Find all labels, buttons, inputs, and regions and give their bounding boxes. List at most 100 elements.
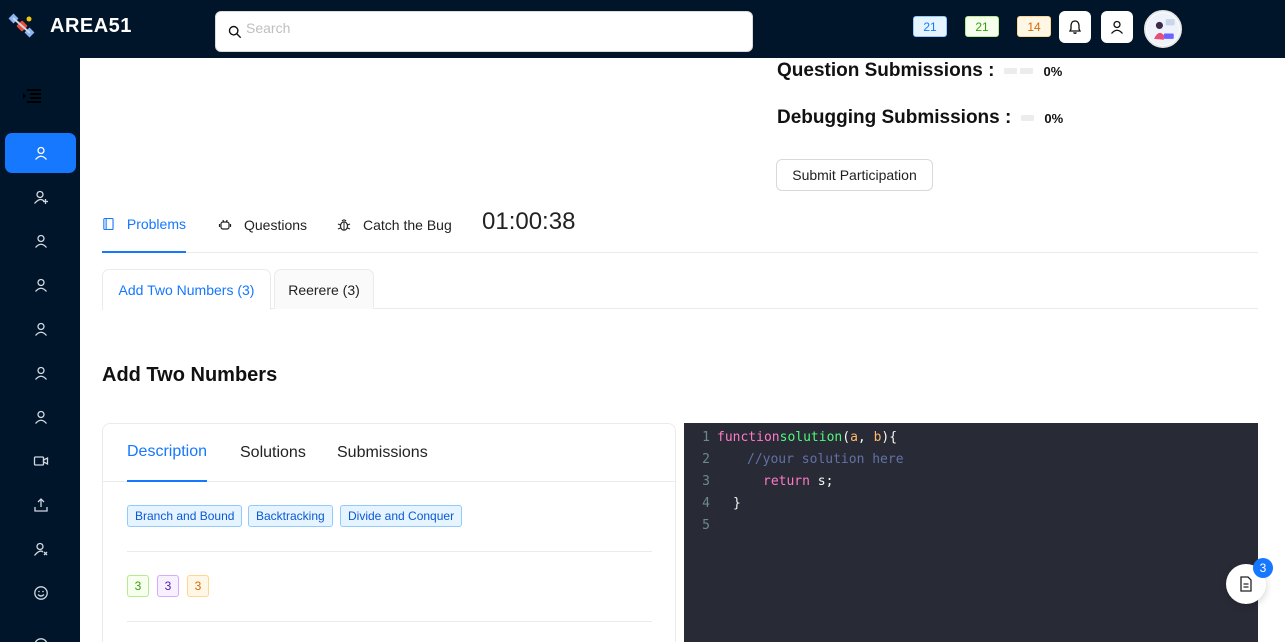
topic-tag: Divide and Conquer <box>340 505 463 527</box>
clock-icon <box>34 638 47 642</box>
sidebar-item-user-4[interactable] <box>5 309 76 349</box>
user-icon <box>1111 20 1123 34</box>
divider <box>127 551 652 552</box>
sidebar-item-user-3[interactable] <box>5 265 76 305</box>
punctuation: } <box>733 495 741 511</box>
search-input[interactable] <box>246 19 726 36</box>
problem-tab-add-two-numbers[interactable]: Add Two Numbers (3) <box>102 269 271 310</box>
punctuation: ( <box>842 429 851 445</box>
problem-card-tabs: Add Two Numbers (3) Reerere (3) <box>102 269 1258 310</box>
top-bar: AREA51 21 21 14 <box>0 0 1285 58</box>
keyword: return <box>763 473 810 489</box>
level-badge-green: 3 <box>127 575 149 597</box>
sidebar-item-profile[interactable] <box>5 133 76 173</box>
problem-title: Add Two Numbers <box>102 364 278 386</box>
question-submissions-label: Question Submissions : <box>777 60 995 81</box>
submit-participation-button[interactable]: Submit Participation <box>776 159 933 191</box>
sidebar-item-add-user[interactable] <box>5 177 76 217</box>
description-panel: Description Solutions Submissions Branch… <box>102 423 676 642</box>
count-badge-orange[interactable]: 14 <box>1017 16 1051 37</box>
level-badge-purple: 3 <box>157 575 179 597</box>
code-line: 4} <box>684 492 741 514</box>
tab-questions-label: Questions <box>244 216 308 233</box>
tab-problems[interactable]: Problems <box>102 196 186 253</box>
countdown-timer: 01:00:38 <box>482 208 576 235</box>
debugging-progress-bar <box>1021 115 1035 121</box>
tab-solutions[interactable]: Solutions <box>240 424 306 482</box>
tab-questions[interactable]: Questions <box>218 196 307 253</box>
topic-tag: Branch and Bound <box>127 505 243 527</box>
code-line: 2 //your solution here <box>684 448 904 470</box>
sidebar-item-smile[interactable] <box>5 573 76 613</box>
divider <box>127 621 652 622</box>
tab-catch-the-bug[interactable]: Catch the Bug <box>337 196 452 253</box>
user-icon <box>34 234 47 248</box>
app-root: AREA51 21 21 14 <box>0 0 1285 642</box>
code-line: 1 function solution(a, b){ <box>684 426 897 448</box>
problem-tab-reerere[interactable]: Reerere (3) <box>274 269 374 309</box>
function-name: solution <box>779 429 843 445</box>
debugging-submissions-percent: 0% <box>1044 110 1064 126</box>
search-box[interactable] <box>215 11 753 52</box>
code-line: 5 <box>684 514 717 536</box>
comment: //your solution here <box>747 451 904 467</box>
upload-icon <box>33 498 48 512</box>
keyword: function <box>717 429 780 445</box>
video-camera-icon <box>33 456 48 466</box>
code-editor[interactable]: 1 function solution(a, b){ 2 //your soluti… <box>684 423 1258 642</box>
level-badge-orange: 3 <box>187 575 209 597</box>
sidebar-item-user-switch[interactable] <box>5 529 76 569</box>
argument: b <box>873 429 882 445</box>
sidebar-item-user-5[interactable] <box>5 353 76 393</box>
tab-catch-the-bug-label: Catch the Bug <box>363 216 452 233</box>
return-value: s; <box>809 473 834 489</box>
debugging-submissions-stat: Debugging Submissions : 0% <box>777 107 1063 129</box>
line-number: 2 <box>702 451 710 467</box>
user-icon <box>34 146 47 160</box>
user-avatar[interactable] <box>1144 10 1182 48</box>
android-icon <box>218 219 232 230</box>
file-text-icon <box>1240 576 1252 592</box>
floating-button-badge: 3 <box>1253 558 1273 578</box>
notifications-button[interactable] <box>1059 11 1091 43</box>
sidebar-item-video[interactable] <box>5 441 76 481</box>
sidebar-item-user-2[interactable] <box>5 221 76 261</box>
bell-icon <box>1068 20 1082 34</box>
debugging-submissions-label: Debugging Submissions : <box>777 107 1012 128</box>
code-line: 3 return s; <box>684 470 833 492</box>
smile-icon <box>33 586 48 600</box>
sidebar-item-upload[interactable] <box>5 485 76 525</box>
question-progress-bar <box>1004 68 1034 74</box>
sidebar-item-user-6[interactable] <box>5 397 76 437</box>
user-switch-icon <box>33 542 47 556</box>
tab-submissions[interactable]: Submissions <box>337 424 428 482</box>
profile-button[interactable] <box>1101 11 1133 43</box>
menu-fold-icon[interactable] <box>22 86 42 106</box>
line-number: 3 <box>702 473 710 489</box>
user-icon <box>34 410 47 424</box>
user-icon <box>34 278 47 292</box>
tab-description[interactable]: Description <box>127 424 208 482</box>
satellite-logo-icon <box>8 13 35 38</box>
argument: a <box>850 429 858 445</box>
book-icon <box>103 217 114 230</box>
line-number: 1 <box>702 429 710 445</box>
line-number: 4 <box>702 495 710 511</box>
search-icon <box>228 25 242 38</box>
description-tabs: Description Solutions Submissions <box>103 424 675 482</box>
brand[interactable]: AREA51 <box>8 12 132 40</box>
user-add-icon <box>33 190 48 204</box>
sidebar-item-more[interactable] <box>5 617 76 642</box>
user-icon <box>34 366 47 380</box>
topic-tag: Backtracking <box>248 505 333 527</box>
punctuation: , <box>857 429 874 445</box>
main-tabs: Problems Questions Catch the Bug 01:00:3… <box>102 196 1258 253</box>
tab-problems-label: Problems <box>126 215 186 232</box>
count-badge-green[interactable]: 21 <box>965 16 999 37</box>
count-badge-blue[interactable]: 21 <box>913 16 947 37</box>
app-name: AREA51 <box>50 14 132 37</box>
punctuation: ){ <box>881 429 898 445</box>
question-submissions-percent: 0% <box>1043 63 1063 79</box>
user-icon <box>34 322 47 336</box>
sidebar <box>0 58 80 642</box>
